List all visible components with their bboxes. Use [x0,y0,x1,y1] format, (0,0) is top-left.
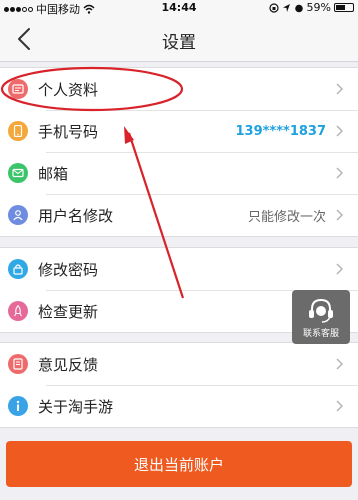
chevron-right-icon [336,125,346,137]
battery-fill [336,5,346,10]
logout-button[interactable]: 退出当前账户 [6,441,352,487]
username-hint: 只能修改一次 [247,209,326,225]
settings-item-label: 修改密码 [38,260,99,279]
alarm-icon [294,4,303,12]
phone-number-value: 139****1837 [235,123,326,139]
settings-item-feedback[interactable]: 意见反馈 [0,343,358,385]
mail-icon [8,163,28,183]
settings-item-about[interactable]: 关于淘手游 [0,385,358,427]
status-right: 59% [268,1,354,14]
settings-item-phone[interactable]: 手机号码 139****1837 [0,110,358,152]
settings-item-username[interactable]: 用户名修改 只能修改一次 [0,194,358,236]
settings-item-email[interactable]: 邮箱 [0,152,358,194]
info-icon [8,396,28,416]
battery-icon [334,3,354,12]
chevron-right-icon [336,209,346,221]
status-bar: 中国移动 14:44 59% [0,0,358,16]
profile-card-icon [8,79,28,99]
battery-percent: 59% [306,1,331,14]
settings-item-label: 意见反馈 [38,355,99,374]
nav-bar: 设置 [0,16,358,62]
chevron-right-icon [336,83,346,95]
chevron-right-icon [336,358,346,370]
settings-item-label: 手机号码 [38,122,99,141]
location-icon [282,3,290,12]
rocket-icon [8,301,28,321]
settings-item-profile[interactable]: 个人资料 [0,68,358,110]
user-icon [8,205,28,225]
chevron-right-icon [336,167,346,179]
feedback-icon [8,354,28,374]
headset-icon [309,298,333,323]
settings-item-label: 关于淘手游 [38,397,114,416]
settings-item-label: 用户名修改 [38,206,114,225]
settings-group-account: 个人资料 手机号码 139****1837 邮箱 用户名修改 只能修改一次 [0,67,358,237]
settings-item-change-password[interactable]: 修改密码 [0,248,358,290]
rotation-lock-icon [268,2,279,13]
chevron-right-icon [336,263,346,275]
settings-item-label: 个人资料 [38,80,99,99]
chevron-right-icon [336,400,346,412]
settings-group-about: 意见反馈 关于淘手游 [0,342,358,428]
lock-icon [8,259,28,279]
customer-service-button[interactable]: 联系客服 [292,290,350,344]
customer-service-label: 联系客服 [302,328,339,339]
page-title: 设置 [162,33,196,53]
settings-item-label: 邮箱 [38,164,69,183]
phone-icon [8,121,28,141]
